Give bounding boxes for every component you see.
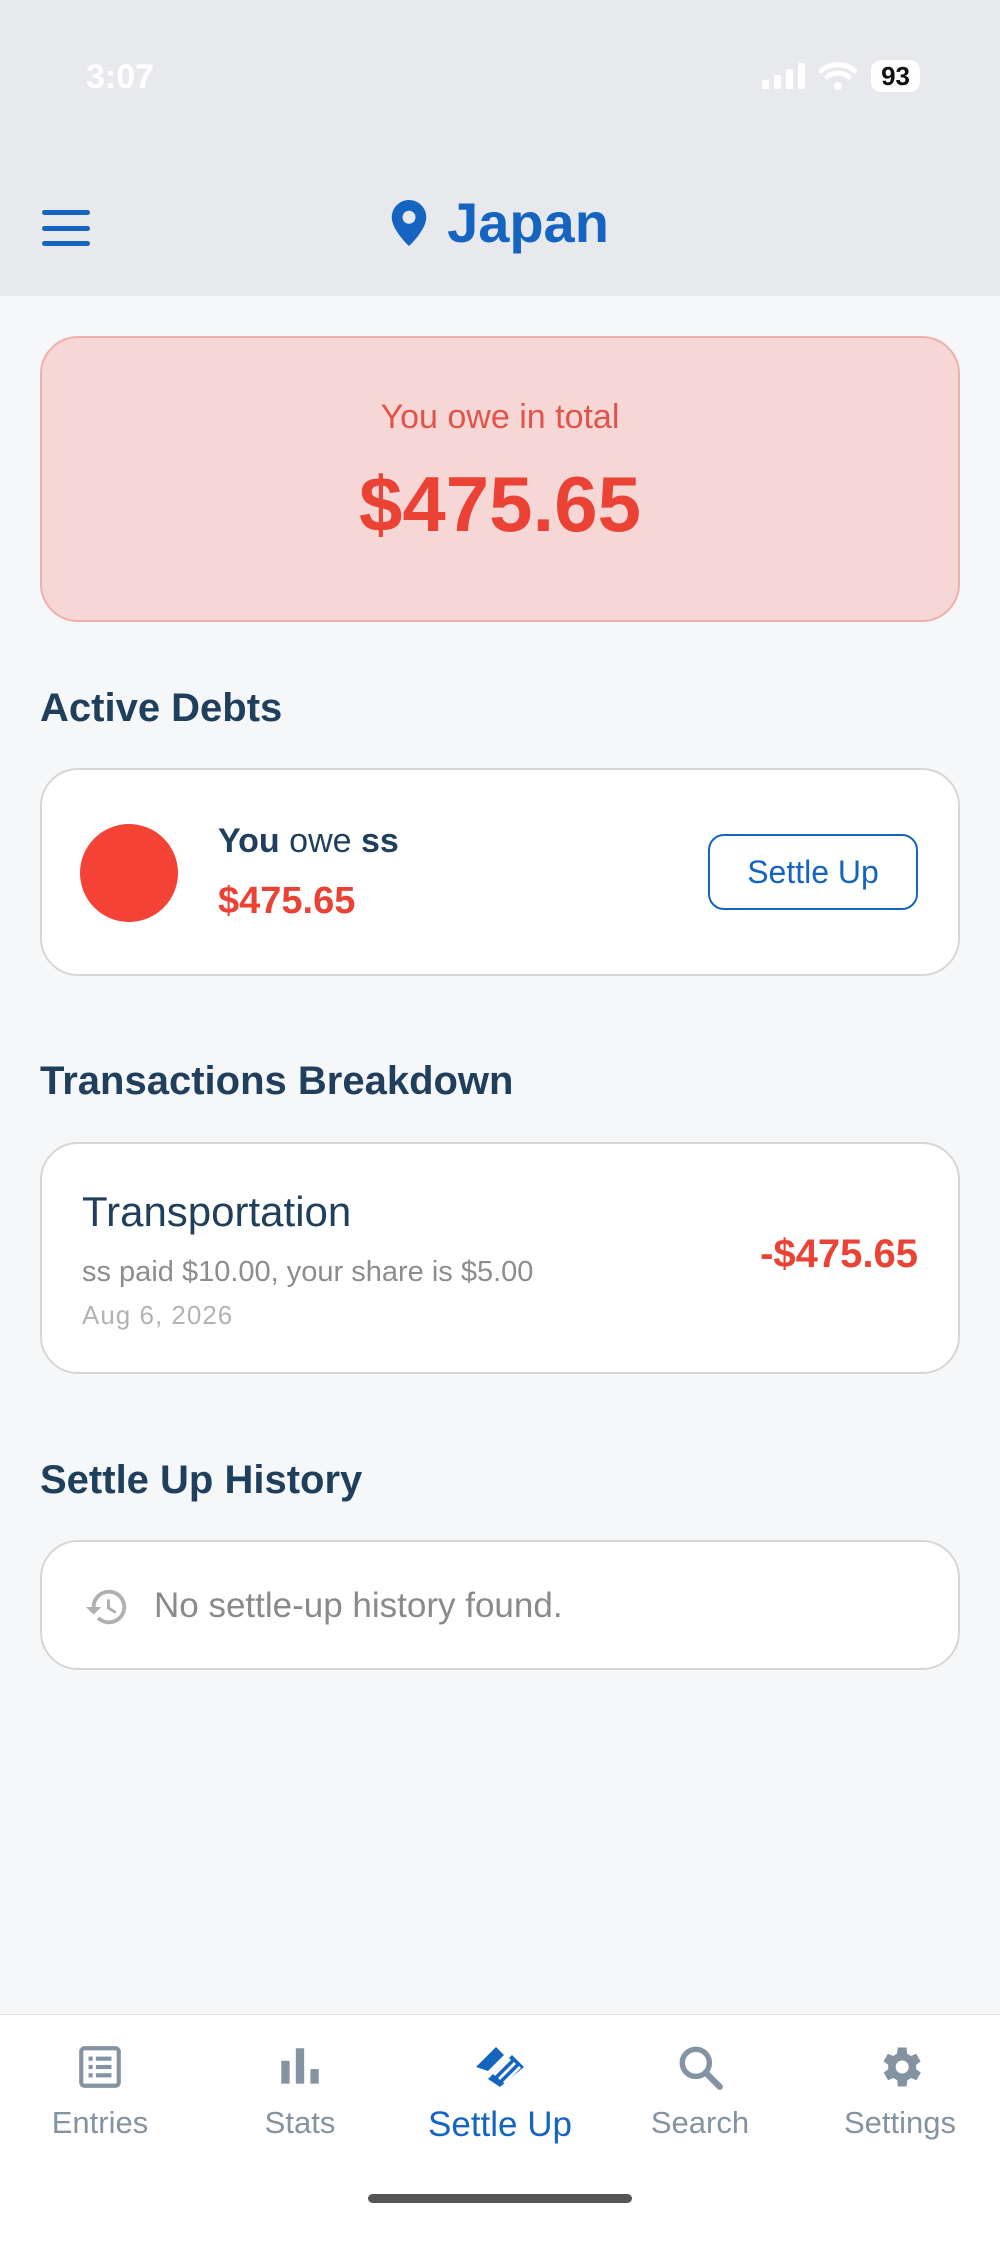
status-icons: 93 [762, 60, 920, 92]
status-bar: 3:07 93 [0, 0, 1000, 160]
nav-search[interactable]: Search [600, 2037, 800, 2141]
transaction-category: Transportation [82, 1188, 352, 1235]
history-title: Settle Up History [40, 1458, 363, 1502]
debt-person: ss [360, 822, 399, 860]
total-owed-amount: $475.65 [359, 460, 641, 548]
nav-label: Stats [264, 2105, 336, 2140]
gear-icon [883, 2047, 921, 2087]
nav-entries[interactable]: Entries [0, 2037, 200, 2141]
nav-label: Entries [51, 2105, 149, 2140]
total-owed-label: You owe in total [380, 398, 620, 436]
app-header: Japan [0, 160, 1000, 296]
battery-indicator: 93 [871, 60, 920, 92]
total-owed-card: You owe in total $475.65 [40, 336, 960, 622]
entries-icon [79, 2046, 121, 2088]
transaction-card[interactable]: Transportation ss paid $10.00, your shar… [40, 1142, 960, 1374]
home-indicator [368, 2194, 632, 2203]
history-empty-text: No settle-up history found. [154, 1586, 563, 1625]
nav-settle-up[interactable]: Settle Up [400, 2037, 600, 2145]
settle-up-button[interactable]: Settle Up [708, 834, 918, 910]
nav-settings[interactable]: Settings [800, 2037, 1000, 2141]
nav-stats[interactable]: Stats [200, 2037, 400, 2141]
history-empty-card: No settle-up history found. [40, 1540, 960, 1670]
transaction-date: Aug 6, 2026 [82, 1300, 234, 1330]
transactions-title: Transactions Breakdown [40, 1059, 514, 1103]
nav-label: Settle Up [428, 2105, 572, 2144]
page-title: Japan [0, 190, 1000, 255]
debt-description: You owe ss [218, 822, 399, 861]
transaction-amount: -$475.65 [760, 1232, 918, 1276]
debt-amount: $475.65 [218, 880, 356, 922]
bar-chart-icon [281, 2048, 319, 2084]
trip-title: Japan [447, 191, 609, 254]
debt-card: You owe ss $475.65 Settle Up [40, 768, 960, 976]
nav-label: Search [650, 2105, 750, 2140]
bottom-nav: Entries Stats Settle Up Search Settings [0, 2014, 1000, 2244]
location-pin-icon [391, 199, 427, 246]
history-icon [85, 1589, 127, 1625]
debt-verb: owe [289, 822, 352, 860]
cellular-signal-icon [762, 63, 806, 89]
transaction-detail: ss paid $10.00, your share is $5.00 [82, 1256, 534, 1288]
nav-label: Settings [843, 2105, 956, 2140]
debt-prefix: You [218, 822, 280, 860]
handshake-icon [476, 2047, 524, 2087]
avatar [80, 824, 178, 922]
search-icon [679, 2046, 723, 2090]
active-debts-title: Active Debts [40, 686, 283, 730]
status-time: 3:07 [86, 58, 155, 96]
wifi-icon [819, 62, 858, 90]
